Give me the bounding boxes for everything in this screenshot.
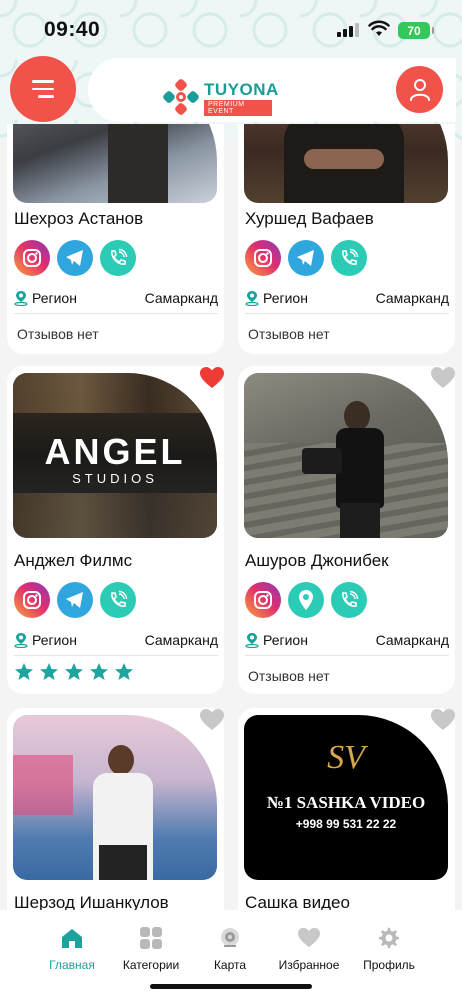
region-label: Регион bbox=[32, 632, 77, 648]
vendor-name: Хуршед Вафаев bbox=[245, 209, 374, 228]
home-icon bbox=[62, 929, 82, 948]
angel-subtitle: STUDIOS bbox=[72, 471, 158, 486]
flower-logo-icon bbox=[163, 79, 199, 115]
region-city: Самарканд bbox=[375, 290, 449, 306]
star-icon bbox=[65, 663, 83, 680]
map-pin-icon[interactable] bbox=[288, 582, 324, 618]
nav-categories[interactable]: Категории bbox=[106, 924, 196, 972]
battery-icon: 70 bbox=[398, 22, 434, 39]
status-time: 09:40 bbox=[44, 18, 101, 41]
vendor-grid: Шехроз Астанов Регион Самарканд Отзывов … bbox=[0, 124, 462, 910]
star-icon bbox=[90, 663, 108, 680]
heart-icon bbox=[298, 927, 320, 948]
vendor-name: Шерзод Ишанкулов bbox=[14, 893, 169, 910]
grid-icon bbox=[140, 927, 162, 949]
nav-map[interactable]: Карта bbox=[185, 924, 275, 972]
sashka-phone: +998 99 531 22 22 bbox=[295, 817, 397, 831]
reviews-text: Отзывов нет bbox=[17, 326, 99, 342]
reviews-text: Отзывов нет bbox=[248, 668, 330, 684]
region-label: Регион bbox=[263, 290, 308, 306]
divider bbox=[245, 313, 449, 314]
star-icon bbox=[15, 663, 33, 680]
map-icon bbox=[221, 928, 239, 947]
nav-favorites[interactable]: Избранное bbox=[264, 924, 354, 972]
telegram-icon[interactable] bbox=[288, 240, 324, 276]
profile-button[interactable] bbox=[396, 66, 443, 113]
vendor-card[interactable]: Хуршед Вафаев Регион Самарканд Отзывов н… bbox=[238, 124, 455, 354]
telegram-icon[interactable] bbox=[57, 240, 93, 276]
region-city: Самарканд bbox=[375, 632, 449, 648]
region-label: Регион bbox=[263, 632, 308, 648]
vendor-name: Сашка видео bbox=[245, 893, 350, 910]
instagram-icon[interactable] bbox=[14, 240, 50, 276]
location-pin-icon bbox=[245, 291, 259, 306]
gear-icon bbox=[379, 927, 399, 949]
sashka-title: №1 SASHKA VIDEO bbox=[266, 793, 426, 812]
rating-stars bbox=[14, 662, 134, 682]
home-indicator bbox=[150, 984, 312, 989]
phone-icon[interactable] bbox=[331, 240, 367, 276]
nav-map-label: Карта bbox=[213, 958, 247, 972]
vendor-photo: ANGEL STUDIOS bbox=[13, 373, 217, 538]
star-icon bbox=[40, 663, 58, 680]
location-pin-icon bbox=[245, 633, 259, 648]
phone-icon[interactable] bbox=[100, 240, 136, 276]
reviews-text: Отзывов нет bbox=[248, 326, 330, 342]
telegram-icon[interactable] bbox=[57, 582, 93, 618]
instagram-icon[interactable] bbox=[245, 240, 281, 276]
status-bar: 09:40 70 bbox=[0, 0, 462, 56]
phone-icon[interactable] bbox=[100, 582, 136, 618]
menu-button[interactable] bbox=[10, 56, 76, 122]
angel-title: ANGEL bbox=[44, 431, 186, 472]
logo-title: TUYONA bbox=[204, 80, 279, 99]
vendor-photo bbox=[244, 124, 448, 203]
favorite-heart-icon[interactable] bbox=[430, 366, 456, 390]
logo-subtitle: PREMIUM EVENT bbox=[204, 100, 272, 116]
divider bbox=[14, 313, 218, 314]
user-icon bbox=[409, 78, 430, 101]
vendor-photo: SV №1 SASHKA VIDEO +998 99 531 22 22 bbox=[244, 715, 448, 880]
region-city: Самарканд bbox=[144, 632, 218, 648]
vendor-card[interactable]: Шехроз Астанов Регион Самарканд Отзывов … bbox=[7, 124, 224, 354]
wifi-icon bbox=[368, 20, 390, 36]
region-city: Самарканд bbox=[144, 290, 218, 306]
nav-profile[interactable]: Профиль bbox=[344, 924, 434, 972]
vendor-photo bbox=[244, 373, 448, 538]
region-label: Регион bbox=[32, 290, 77, 306]
vendor-card[interactable]: SV №1 SASHKA VIDEO +998 99 531 22 22 Саш… bbox=[238, 708, 455, 910]
phone-icon[interactable] bbox=[331, 582, 367, 618]
location-pin-icon bbox=[14, 291, 28, 306]
divider bbox=[14, 655, 218, 656]
divider bbox=[245, 655, 449, 656]
vendor-photo bbox=[13, 715, 217, 880]
vendor-name: Анджел Филмс bbox=[14, 551, 133, 570]
favorite-heart-icon[interactable] bbox=[199, 366, 225, 390]
favorite-heart-icon[interactable] bbox=[430, 708, 456, 732]
vendor-name: Ашуров Джонибек bbox=[245, 551, 389, 570]
vendor-name: Шехроз Астанов bbox=[14, 209, 144, 228]
nav-favorites-label: Избранное bbox=[278, 958, 340, 972]
vendor-photo bbox=[13, 124, 217, 203]
instagram-icon[interactable] bbox=[245, 582, 281, 618]
sashka-logo: SV bbox=[327, 739, 365, 776]
app-header: TUYONA PREMIUM EVENT bbox=[0, 56, 462, 124]
signal-icon bbox=[337, 23, 359, 37]
nav-home-label: Главная bbox=[49, 958, 95, 972]
star-icon bbox=[115, 663, 133, 680]
nav-categories-label: Категории bbox=[122, 958, 180, 972]
favorite-heart-icon[interactable] bbox=[199, 708, 225, 732]
location-pin-icon bbox=[14, 633, 28, 648]
vendor-card[interactable]: Шерзод Ишанкулов bbox=[7, 708, 224, 910]
vendor-card[interactable]: Ашуров Джонибек Регион Самарканд Отзывов… bbox=[238, 366, 455, 694]
vendor-card[interactable]: ANGEL STUDIOS Анджел Филмс Регион Самарк… bbox=[7, 366, 224, 694]
nav-home[interactable]: Главная bbox=[27, 924, 117, 972]
instagram-icon[interactable] bbox=[14, 582, 50, 618]
nav-profile-label: Профиль bbox=[363, 958, 415, 972]
logo[interactable]: TUYONA PREMIUM EVENT bbox=[162, 76, 278, 116]
